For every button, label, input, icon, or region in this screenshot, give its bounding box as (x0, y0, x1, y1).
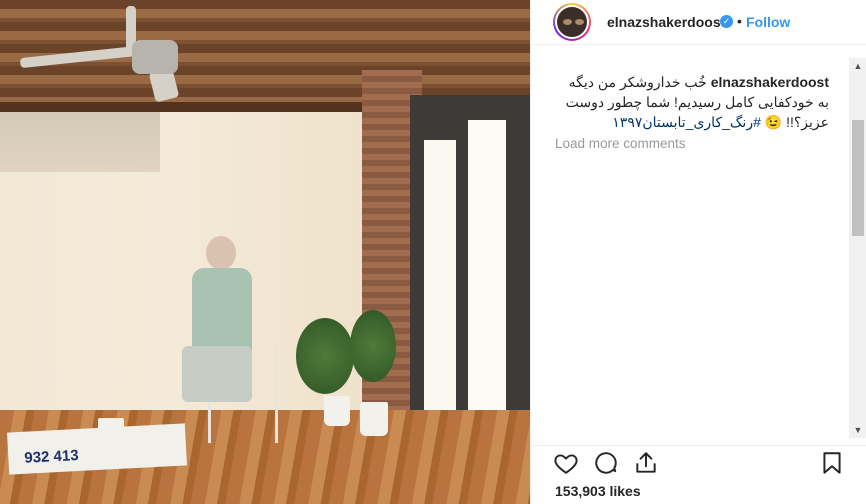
comments-scrollbar[interactable]: ▲ ▼ (849, 58, 866, 438)
person-head (206, 236, 236, 270)
avatar-image (555, 5, 589, 39)
separator-dot: • (737, 13, 742, 29)
post-photo[interactable]: 932 413 (0, 0, 530, 504)
load-more-comments-button[interactable]: Load more comments (555, 136, 686, 151)
share-icon[interactable] (633, 450, 659, 476)
caption-hashtag[interactable]: #رنگ_کاری_تابستان۱۳۹۷ (612, 114, 761, 130)
photo-unpainted-area (0, 112, 160, 172)
photo-person (178, 236, 262, 406)
caption-body: elnazshakerdoost خُب خداروشکر من دیگه به… (555, 72, 829, 132)
pot-right (360, 402, 388, 436)
post-caption: elnazshakerdoost خُب خداروشکر من دیگه به… (555, 72, 829, 132)
person-body (192, 268, 252, 354)
post-header: elnazshakerdoost ✓ • Follow (531, 0, 866, 45)
likes-count[interactable]: 153,903 likes (555, 483, 641, 499)
sign-text: 932 413 (23, 446, 79, 467)
scrollbar-thumb[interactable] (852, 120, 864, 236)
pot-left (324, 396, 350, 426)
username-link[interactable]: elnazshakerdoost (607, 14, 725, 30)
scroll-down-arrow-icon[interactable]: ▼ (849, 422, 866, 438)
person-legs (182, 346, 252, 402)
photo-door-pane-right (468, 120, 506, 460)
heart-icon[interactable] (553, 450, 579, 476)
plant-left (296, 318, 354, 394)
plant-right (350, 310, 396, 382)
post-panel: elnazshakerdoost ✓ • Follow elnazshakerd… (530, 0, 866, 504)
avatar[interactable] (553, 3, 591, 41)
comments-area: elnazshakerdoost خُب خداروشکر من دیگه به… (531, 45, 851, 445)
verified-badge-icon: ✓ (720, 15, 733, 28)
photo-door-pane-left (424, 140, 456, 440)
fan-hub (132, 40, 178, 74)
caption-username[interactable]: elnazshakerdoost (711, 74, 829, 90)
bookmark-icon[interactable] (819, 450, 845, 476)
follow-button[interactable]: Follow (746, 14, 790, 30)
action-bar: 153,903 likes (531, 445, 866, 504)
scroll-up-arrow-icon[interactable]: ▲ (849, 58, 866, 74)
comment-icon[interactable] (593, 450, 619, 476)
